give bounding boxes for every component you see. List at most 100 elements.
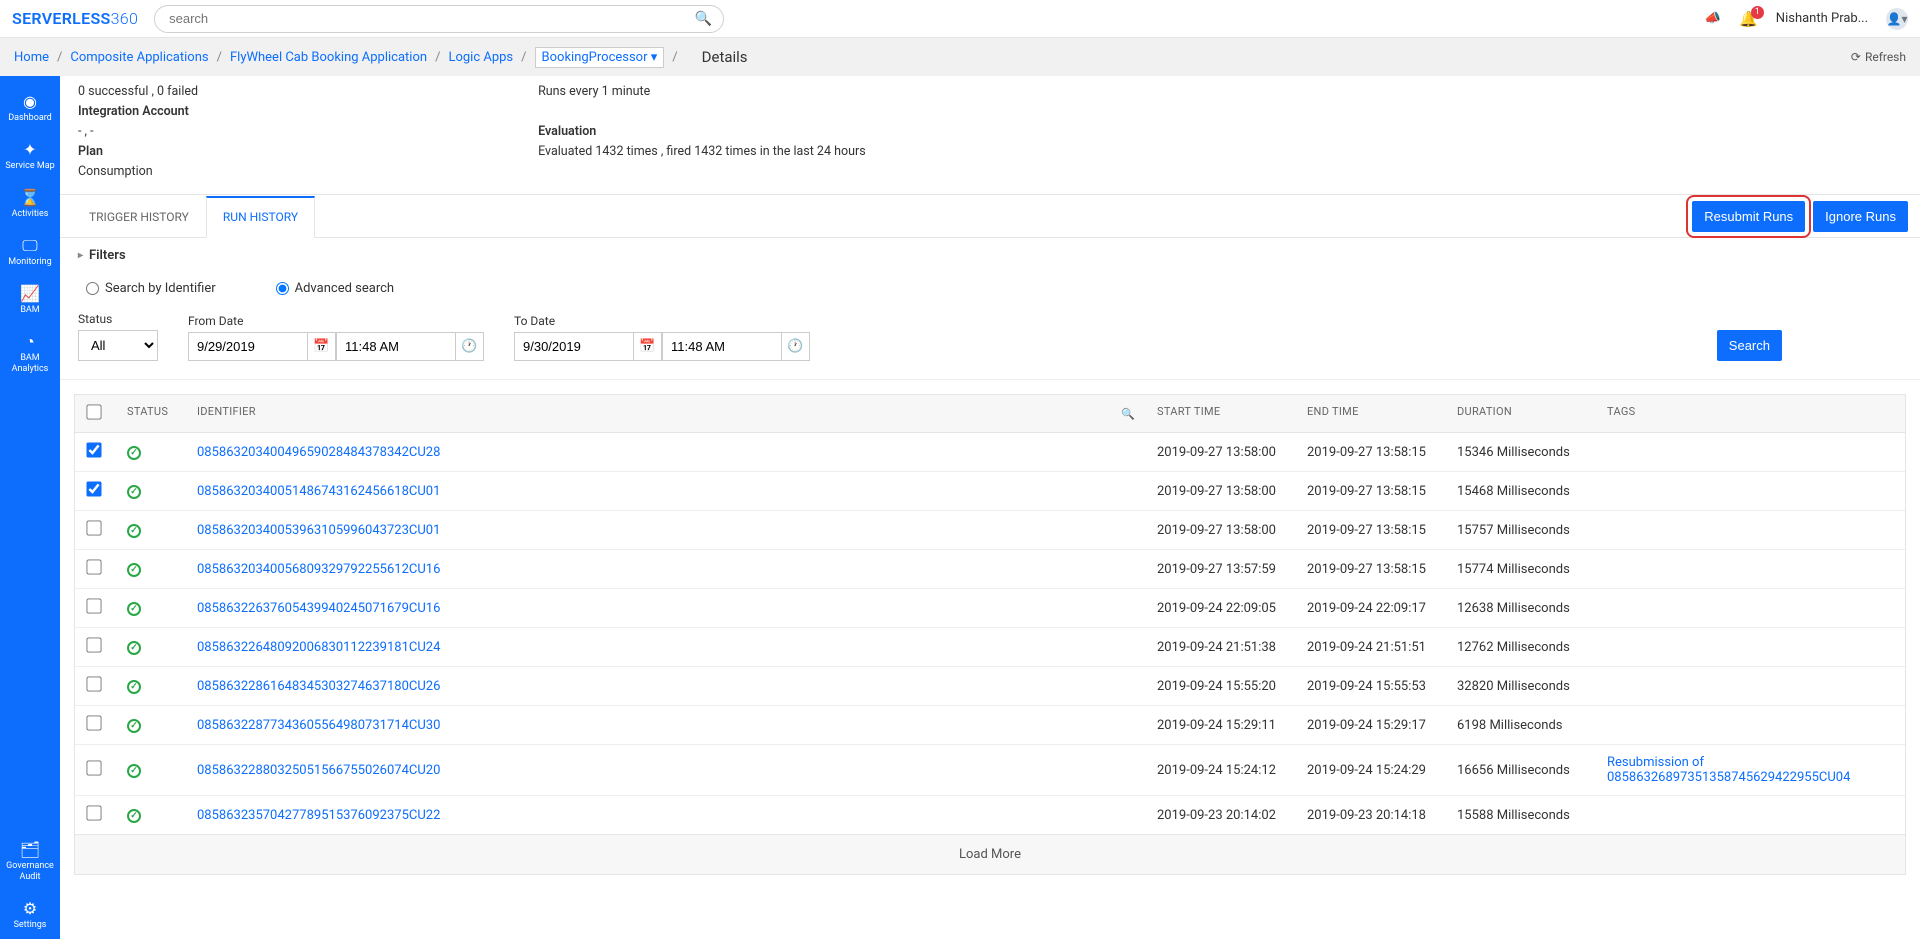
identifier-link[interactable]: 08586322637605439940245071679CU16 <box>197 601 440 616</box>
table-row: ✓08586323570427789515376092375CU222019-0… <box>75 796 1905 834</box>
identifier-link[interactable]: 08586322861648345303274637180CU26 <box>197 679 440 694</box>
logo[interactable]: SERVERLESS360 <box>12 9 138 28</box>
sidebar-item-governance[interactable]: 🗂Governance Audit <box>0 832 60 891</box>
calendar-icon[interactable]: 📅 <box>308 332 336 361</box>
identifier-link[interactable]: 08586323570427789515376092375CU22 <box>197 808 440 823</box>
table-body: ✓ 08586320340049659028484378342CU28 2019-0… <box>75 433 1905 834</box>
tags <box>1595 559 1905 579</box>
filters: ▸Filters Search by Identifier Advanced s… <box>60 238 1920 380</box>
row-checkbox[interactable] <box>86 637 101 652</box>
end-time: 2019-09-23 20:14:18 <box>1295 798 1445 833</box>
row-checkbox[interactable] <box>86 805 101 820</box>
select-all-checkbox[interactable] <box>86 404 101 419</box>
table-row: ✓08586320340056809329792255612CU162019-0… <box>75 550 1905 589</box>
clock-icon[interactable]: 🕐 <box>456 332 484 361</box>
radio-search-identifier[interactable]: Search by Identifier <box>86 281 216 296</box>
row-checkbox[interactable] <box>86 715 101 730</box>
header-tags: TAGS <box>1595 395 1905 432</box>
breadcrumb-logicapps[interactable]: Logic Apps <box>448 50 513 65</box>
from-time-input[interactable] <box>336 332 456 361</box>
tags <box>1595 481 1905 501</box>
load-more-button[interactable]: Load More <box>74 835 1906 875</box>
status-success-icon: ✓ <box>127 602 141 616</box>
search-icon[interactable]: 🔍 <box>695 11 712 27</box>
sidebar-item-monitoring[interactable]: 🖵Monitoring <box>0 228 60 276</box>
identifier-link[interactable]: 08586322877343605564980731714CU30 <box>197 718 440 733</box>
identifier-link[interactable]: 08586320340053963105996043723CU01 <box>197 523 440 538</box>
sidebar-item-settings[interactable]: ⚙Settings <box>0 891 60 939</box>
row-checkbox[interactable] <box>86 760 101 775</box>
identifier-link[interactable]: 08586322648092006830112239181CU24 <box>197 640 440 655</box>
row-checkbox[interactable] <box>86 442 101 457</box>
evaluation-label: Evaluation <box>538 122 866 142</box>
status-select[interactable]: All <box>78 330 158 361</box>
row-checkbox[interactable] <box>86 559 101 574</box>
runs-table: STATUS IDENTIFIER🔍 START TIME END TIME D… <box>74 394 1906 835</box>
table-row: ✓08586320340051486743162456618CU012019-0… <box>75 472 1905 511</box>
tags <box>1595 598 1905 618</box>
tab-trigger-history[interactable]: TRIGGER HISTORY <box>72 195 206 237</box>
tab-run-history[interactable]: RUN HISTORY <box>206 196 315 238</box>
calendar-icon[interactable]: 📅 <box>634 332 662 361</box>
runs-every: Runs every 1 minute <box>538 82 866 102</box>
status-success-icon: ✓ <box>127 446 141 460</box>
search-input[interactable] <box>154 5 724 33</box>
announcement-icon[interactable]: 📣 <box>1705 11 1721 26</box>
end-time: 2019-09-24 22:09:17 <box>1295 591 1445 626</box>
breadcrumb-flywheel[interactable]: FlyWheel Cab Booking Application <box>230 50 427 65</box>
duration: 12762 Milliseconds <box>1445 630 1595 665</box>
sidebar-item-bam-analytics[interactable]: ◔BAM Analytics <box>0 324 60 383</box>
monitoring-icon: 🖵 <box>2 236 58 255</box>
header-duration: DURATION <box>1445 395 1595 432</box>
tags <box>1595 442 1905 462</box>
table-row: ✓08586322648092006830112239181CU242019-0… <box>75 628 1905 667</box>
user-name[interactable]: Nishanth Prab... <box>1776 11 1868 26</box>
row-checkbox[interactable] <box>86 481 101 496</box>
row-checkbox[interactable] <box>86 598 101 613</box>
resubmit-runs-button[interactable]: Resubmit Runs <box>1692 201 1805 232</box>
duration: 32820 Milliseconds <box>1445 669 1595 704</box>
summary-success: 0 successful , 0 failed <box>78 82 198 102</box>
from-date-input[interactable] <box>188 332 308 361</box>
notifications-icon[interactable]: 🔔1 <box>1739 10 1758 28</box>
breadcrumb-selector[interactable]: BookingProcessor ▾ <box>535 47 665 68</box>
sidebar: ◉Dashboard ✦Service Map ⌛Activities 🖵Mon… <box>0 76 60 939</box>
sidebar-item-bam[interactable]: 📈BAM <box>0 276 60 324</box>
row-checkbox[interactable] <box>86 520 101 535</box>
tag-link[interactable]: Resubmission of 085863268973513587456294… <box>1607 755 1850 785</box>
header-status: STATUS <box>115 395 185 432</box>
ignore-runs-button[interactable]: Ignore Runs <box>1813 201 1908 232</box>
sidebar-item-servicemap[interactable]: ✦Service Map <box>0 132 60 180</box>
identifier-search-icon[interactable]: 🔍 <box>1121 407 1135 420</box>
tags: Resubmission of 085863268973513587456294… <box>1595 745 1905 795</box>
radio-advanced-search[interactable]: Advanced search <box>276 281 394 296</box>
sidebar-item-dashboard[interactable]: ◉Dashboard <box>0 84 60 132</box>
summary-left: 0 successful , 0 failed Integration Acco… <box>78 82 198 182</box>
identifier-link[interactable]: 08586320340051486743162456618CU01 <box>197 484 440 499</box>
plan-label: Plan <box>78 142 198 162</box>
filters-header[interactable]: ▸Filters <box>78 248 1902 263</box>
sidebar-item-activities[interactable]: ⌛Activities <box>0 180 60 228</box>
identifier-link[interactable]: 08586322880325051566755026074CU20 <box>197 763 440 778</box>
status-success-icon: ✓ <box>127 764 141 778</box>
table-row: ✓08586322880325051566755026074CU202019-0… <box>75 745 1905 796</box>
to-date-input[interactable] <box>514 332 634 361</box>
breadcrumb-composite[interactable]: Composite Applications <box>70 50 208 65</box>
search-button[interactable]: Search <box>1717 330 1782 361</box>
row-checkbox[interactable] <box>86 676 101 691</box>
status-success-icon: ✓ <box>127 524 141 538</box>
identifier-link[interactable]: 08586320340049659028484378342CU28 <box>197 445 440 460</box>
status-success-icon: ✓ <box>127 563 141 577</box>
clock-icon[interactable]: 🕐 <box>782 332 810 361</box>
activities-icon: ⌛ <box>2 188 58 207</box>
servicemap-icon: ✦ <box>2 140 58 159</box>
refresh-button[interactable]: ⟳Refresh <box>1851 50 1906 64</box>
breadcrumb: Home/ Composite Applications/ FlyWheel C… <box>0 38 1920 76</box>
avatar[interactable]: 👤▾ <box>1886 8 1908 30</box>
status-success-icon: ✓ <box>127 680 141 694</box>
table-header: STATUS IDENTIFIER🔍 START TIME END TIME D… <box>75 395 1905 433</box>
identifier-link[interactable]: 08586320340056809329792255612CU16 <box>197 562 440 577</box>
to-time-input[interactable] <box>662 332 782 361</box>
end-time: 2019-09-24 15:29:17 <box>1295 708 1445 743</box>
breadcrumb-home[interactable]: Home <box>14 50 49 65</box>
